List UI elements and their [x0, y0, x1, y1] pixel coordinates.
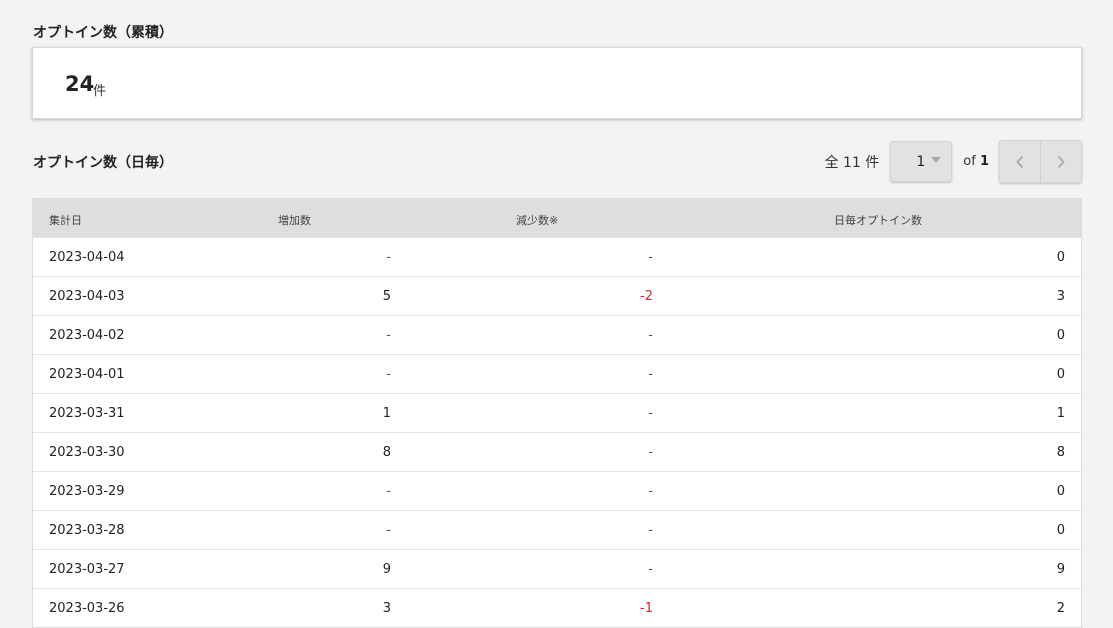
- cell-decrease: -: [648, 406, 653, 421]
- cell-date: 2023-03-27: [49, 562, 125, 577]
- header-date[interactable]: 集計日: [49, 212, 82, 228]
- header-decrease[interactable]: 減少数※: [516, 212, 558, 228]
- page-of-label: of 1: [963, 154, 989, 169]
- table-body: 2023-04-04- -0 2023-04-03 5 -2 3 2023-04-02- -0…: [33, 237, 1081, 627]
- page-nav: [999, 140, 1082, 183]
- cell-date: 2023-03-30: [49, 445, 125, 460]
- cumulative-value: 24: [65, 72, 95, 96]
- table-row: 2023-03-28 - - 0: [33, 510, 1081, 549]
- cell-date: 2023-03-31: [49, 406, 125, 421]
- pagination: 全 11 件 1 of 1: [824, 140, 1082, 183]
- cell-date: 2023-04-02: [49, 328, 125, 343]
- cell-increase: 5: [382, 289, 391, 304]
- prev-page-button[interactable]: [1000, 141, 1040, 182]
- cell-daily: 2: [1056, 601, 1065, 616]
- daily-title: オプトイン数（日毎）: [33, 155, 173, 171]
- table-row: 2023-04-02 - - 0: [33, 315, 1081, 354]
- cell-increase: 1: [382, 406, 391, 421]
- cell-date: 2023-03-28: [49, 523, 125, 538]
- header-increase[interactable]: 増加数: [278, 212, 311, 228]
- cell-daily: 3: [1056, 289, 1065, 304]
- caret-down-icon: [931, 156, 942, 163]
- cell-increase: 9: [382, 562, 391, 577]
- of-text: of: [963, 154, 976, 169]
- table-row: 2023-03-29 - - 0: [33, 471, 1081, 510]
- table-header: 集計日 増加数 減少数※ 日毎オプトイン数: [33, 199, 1081, 237]
- cell-daily: 0: [1056, 328, 1065, 343]
- cell-decrease: -: [648, 367, 653, 382]
- cumulative-card: 24 件: [32, 47, 1082, 119]
- chevron-right-icon: [1057, 155, 1065, 168]
- cell-date: 2023-04-03: [49, 289, 125, 304]
- table-row: 2023-04-01 - - 0: [33, 354, 1081, 393]
- cell-daily: 0: [1056, 250, 1065, 265]
- cell-date: 2023-04-04: [49, 250, 125, 265]
- table-row: 2023-03-30 8 - 8: [33, 432, 1081, 471]
- cell-daily: 0: [1056, 484, 1065, 499]
- cell-daily: 9: [1056, 562, 1065, 577]
- cell-date: 2023-03-26: [49, 601, 125, 616]
- total-pages: 1: [979, 154, 989, 169]
- table-row: 2023-03-31 1 - 1: [33, 393, 1081, 432]
- table-row: 2023-03-27 9 - 9: [33, 549, 1081, 588]
- cumulative-title: オプトイン数（累積）: [33, 25, 173, 41]
- cell-decrease: -: [648, 328, 653, 343]
- cell-decrease: -: [648, 562, 653, 577]
- cell-daily: 8: [1056, 445, 1065, 460]
- cell-decrease: -: [648, 523, 653, 538]
- cell-decrease: -1: [640, 601, 653, 616]
- cell-increase: -: [386, 523, 391, 538]
- page-select[interactable]: 1: [890, 141, 953, 182]
- cumulative-unit: 件: [93, 84, 107, 99]
- cell-increase: -: [386, 484, 391, 499]
- table-row: 2023-04-03 5 -2 3: [33, 276, 1081, 315]
- cell-decrease: -: [648, 250, 653, 265]
- cell-daily: 0: [1056, 367, 1065, 382]
- cell-daily: 1: [1056, 406, 1065, 421]
- header-daily[interactable]: 日毎オプトイン数: [834, 212, 922, 228]
- cell-increase: -: [386, 328, 391, 343]
- table-row: 2023-04-04 - - 0: [33, 237, 1081, 276]
- total-count: 全 11 件: [824, 154, 880, 171]
- cell-date: 2023-04-01: [49, 367, 125, 382]
- current-page: 1: [916, 153, 926, 170]
- daily-table: 集計日 増加数 減少数※ 日毎オプトイン数 2023-04-04- -0 2023-…: [32, 198, 1082, 628]
- cell-increase: 8: [382, 445, 391, 460]
- cell-daily: 0: [1056, 523, 1065, 538]
- cell-decrease: -: [648, 484, 653, 499]
- cell-date: 2023-03-29: [49, 484, 125, 499]
- chevron-left-icon: [1016, 155, 1024, 168]
- cell-increase: -: [386, 367, 391, 382]
- cell-increase: -: [386, 250, 391, 265]
- next-page-button[interactable]: [1040, 141, 1081, 182]
- cell-decrease: -: [648, 445, 653, 460]
- table-row: 2023-03-26 3 -1 2: [33, 588, 1081, 627]
- cell-increase: 3: [382, 601, 391, 616]
- cell-decrease: -2: [640, 289, 653, 304]
